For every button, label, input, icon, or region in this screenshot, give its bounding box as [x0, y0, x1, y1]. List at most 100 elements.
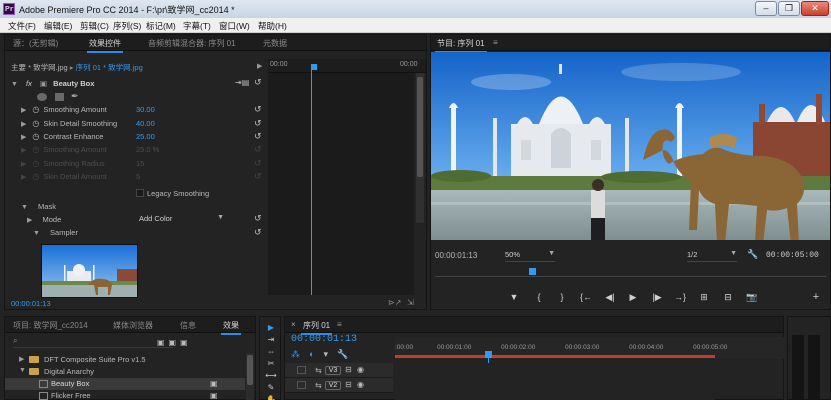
- selection-tool-icon[interactable]: ▶: [264, 323, 278, 334]
- effect-options-icon[interactable]: ⇥▤: [235, 78, 249, 87]
- master-clip-label[interactable]: 主要 * 致学网.jpg: [11, 63, 68, 72]
- track-lock-icon[interactable]: [297, 366, 306, 374]
- track-name[interactable]: V2: [325, 381, 341, 390]
- menu-window[interactable]: 窗口(W): [219, 20, 250, 32]
- tab-info[interactable]: 信息: [180, 320, 196, 331]
- reset-property-icon[interactable]: ↺: [254, 171, 262, 182]
- mask-expand-icon[interactable]: ▼: [21, 204, 28, 211]
- timeline-menu-icon[interactable]: ≡: [337, 320, 342, 329]
- property-value[interactable]: 5: [136, 172, 140, 181]
- filter-icon[interactable]: ⊳↗: [388, 298, 401, 307]
- reset-sampler-icon[interactable]: ↺: [254, 227, 262, 238]
- expand-triangle-icon[interactable]: ▼: [11, 81, 18, 88]
- fx-toggle-icon[interactable]: fx: [26, 79, 32, 88]
- folder-expand-icon[interactable]: ▼: [19, 367, 26, 374]
- tab-metadata[interactable]: 元数据: [263, 38, 287, 49]
- effect-item-row[interactable]: Beauty Box ▣: [5, 378, 245, 390]
- step-back-icon[interactable]: ◀|: [601, 292, 619, 303]
- property-expand-icon[interactable]: ▶: [21, 134, 26, 141]
- pen-tool-icon[interactable]: ✎: [264, 383, 278, 394]
- export-frame-icon[interactable]: 📷: [743, 292, 761, 303]
- effects-folder-row[interactable]: ▼ Digital Anarchy: [5, 366, 245, 378]
- minimize-button[interactable]: –: [755, 1, 777, 16]
- effect-filter-icons[interactable]: ▣▣▣: [157, 338, 192, 347]
- effects-search-input[interactable]: ⌕: [13, 336, 173, 348]
- extract-icon[interactable]: ⊟: [719, 292, 737, 303]
- stopwatch-icon[interactable]: ◷: [32, 172, 39, 181]
- tab-media-browser[interactable]: 媒体浏览器: [113, 320, 153, 331]
- legacy-smoothing-checkbox[interactable]: [136, 189, 144, 197]
- property-expand-icon[interactable]: ▶: [21, 174, 26, 181]
- stopwatch-icon[interactable]: ◷: [32, 105, 39, 114]
- mode-dropdown[interactable]: Add Color ▼: [136, 214, 226, 225]
- toggle-sync-icon[interactable]: ⊟: [345, 380, 352, 389]
- program-timecode[interactable]: 00:00:01:13: [435, 251, 477, 260]
- property-row[interactable]: ▶ ◷ Skin Detail Amount: [11, 172, 107, 185]
- lift-icon[interactable]: ⊞: [695, 292, 713, 303]
- resolution-dropdown[interactable]: 1/2 ▼: [687, 250, 737, 262]
- slip-tool-icon[interactable]: ⟷: [264, 371, 278, 382]
- tab-sequence-01[interactable]: 序列 01: [300, 320, 333, 335]
- linked-selection-icon[interactable]: ◐: [309, 349, 323, 359]
- menu-edit[interactable]: 编辑(E): [44, 20, 72, 32]
- step-forward-icon[interactable]: |▶: [648, 292, 666, 303]
- property-row[interactable]: ▶ ◷ Smoothing Amount: [11, 145, 107, 158]
- reset-effect-icon[interactable]: ↺: [254, 77, 262, 88]
- effect-keyframe-area[interactable]: [268, 73, 414, 295]
- eye-icon[interactable]: ◉: [357, 380, 364, 389]
- tab-audio-clip-mixer[interactable]: 音频剪辑混合器: 序列 01: [148, 38, 236, 49]
- program-playhead-icon[interactable]: [529, 268, 536, 275]
- menu-marker[interactable]: 标记(M): [146, 20, 176, 32]
- property-expand-icon[interactable]: ▶: [21, 121, 26, 128]
- sequence-clip-label[interactable]: 序列 01 * 致学网.jpg: [76, 63, 143, 72]
- reset-property-icon[interactable]: ↺: [254, 104, 262, 115]
- add-marker-icon[interactable]: ▾: [323, 349, 337, 359]
- property-expand-icon[interactable]: ▶: [21, 107, 26, 114]
- reset-property-icon[interactable]: ↺: [254, 144, 262, 155]
- settings-wrench-icon[interactable]: 🔧: [747, 249, 758, 260]
- menu-help[interactable]: 帮助(H): [258, 20, 287, 32]
- menu-sequence[interactable]: 序列(S): [113, 20, 141, 32]
- effect-item-row[interactable]: Flicker Free ▣: [5, 390, 245, 400]
- panel-menu-icon[interactable]: ≡: [493, 38, 498, 47]
- export-frame-icon[interactable]: ⇲: [407, 298, 414, 307]
- stopwatch-icon[interactable]: ◷: [32, 145, 39, 154]
- maximize-button[interactable]: ❐: [778, 1, 800, 16]
- menu-title[interactable]: 字幕(T): [183, 20, 211, 32]
- track-select-tool-icon[interactable]: ⇥: [264, 335, 278, 346]
- effects-scrollbar-thumb[interactable]: [247, 355, 253, 385]
- stopwatch-icon[interactable]: ◷: [32, 159, 39, 168]
- tab-program[interactable]: 节目: 序列 01: [435, 38, 487, 53]
- property-row[interactable]: ▶ ◷ Smoothing Amount: [11, 105, 107, 118]
- effect-timeline-ruler[interactable]: 00:00 00:00: [268, 59, 426, 73]
- toggle-sync-icon[interactable]: ⊟: [345, 365, 352, 374]
- folder-expand-icon[interactable]: ▶: [19, 355, 24, 363]
- stopwatch-icon[interactable]: ◷: [32, 119, 39, 128]
- property-expand-icon[interactable]: ▶: [21, 161, 26, 168]
- property-value[interactable]: 30.00: [136, 105, 155, 114]
- track-name[interactable]: V3: [325, 366, 341, 375]
- timeline-ruler[interactable]: :00:00 00:00:01:00 00:00:02:00 00:00:03:00 0…: [395, 337, 785, 359]
- stopwatch-icon[interactable]: ◷: [32, 132, 39, 141]
- track-header[interactable]: ⇆ V3 ⊟ ◉: [285, 363, 393, 378]
- sync-lock-icon[interactable]: ⇆: [315, 381, 322, 390]
- property-value[interactable]: 40.00: [136, 119, 155, 128]
- menu-clip[interactable]: 剪辑(C): [80, 20, 109, 32]
- timeline-track-area[interactable]: [395, 363, 715, 400]
- ellipse-mask-icon[interactable]: [37, 93, 47, 101]
- reset-property-icon[interactable]: ↺: [254, 158, 262, 169]
- play-icon[interactable]: ▶: [624, 292, 642, 303]
- property-row[interactable]: ▶ ◷ Skin Detail Smoothing: [11, 119, 117, 132]
- hand-tool-icon[interactable]: ✋: [264, 395, 278, 400]
- effect-header-beauty-box[interactable]: ▼ fx ▣ Beauty Box: [11, 79, 261, 92]
- close-button[interactable]: ✕: [801, 1, 829, 16]
- property-value[interactable]: 15: [136, 159, 144, 168]
- eye-icon[interactable]: ◉: [357, 365, 364, 374]
- rectangle-mask-icon[interactable]: [55, 93, 64, 101]
- track-header[interactable]: ⇆ V2 ⊟ ◉: [285, 378, 393, 393]
- sampler-expand-icon[interactable]: ▼: [33, 230, 40, 237]
- effect-controls-scrollbar[interactable]: [416, 73, 424, 223]
- reset-mode-icon[interactable]: ↺: [254, 213, 262, 224]
- tab-project[interactable]: 项目: 致学网_cc2014: [13, 320, 88, 331]
- sampler-group[interactable]: ▼ Sampler: [11, 228, 78, 241]
